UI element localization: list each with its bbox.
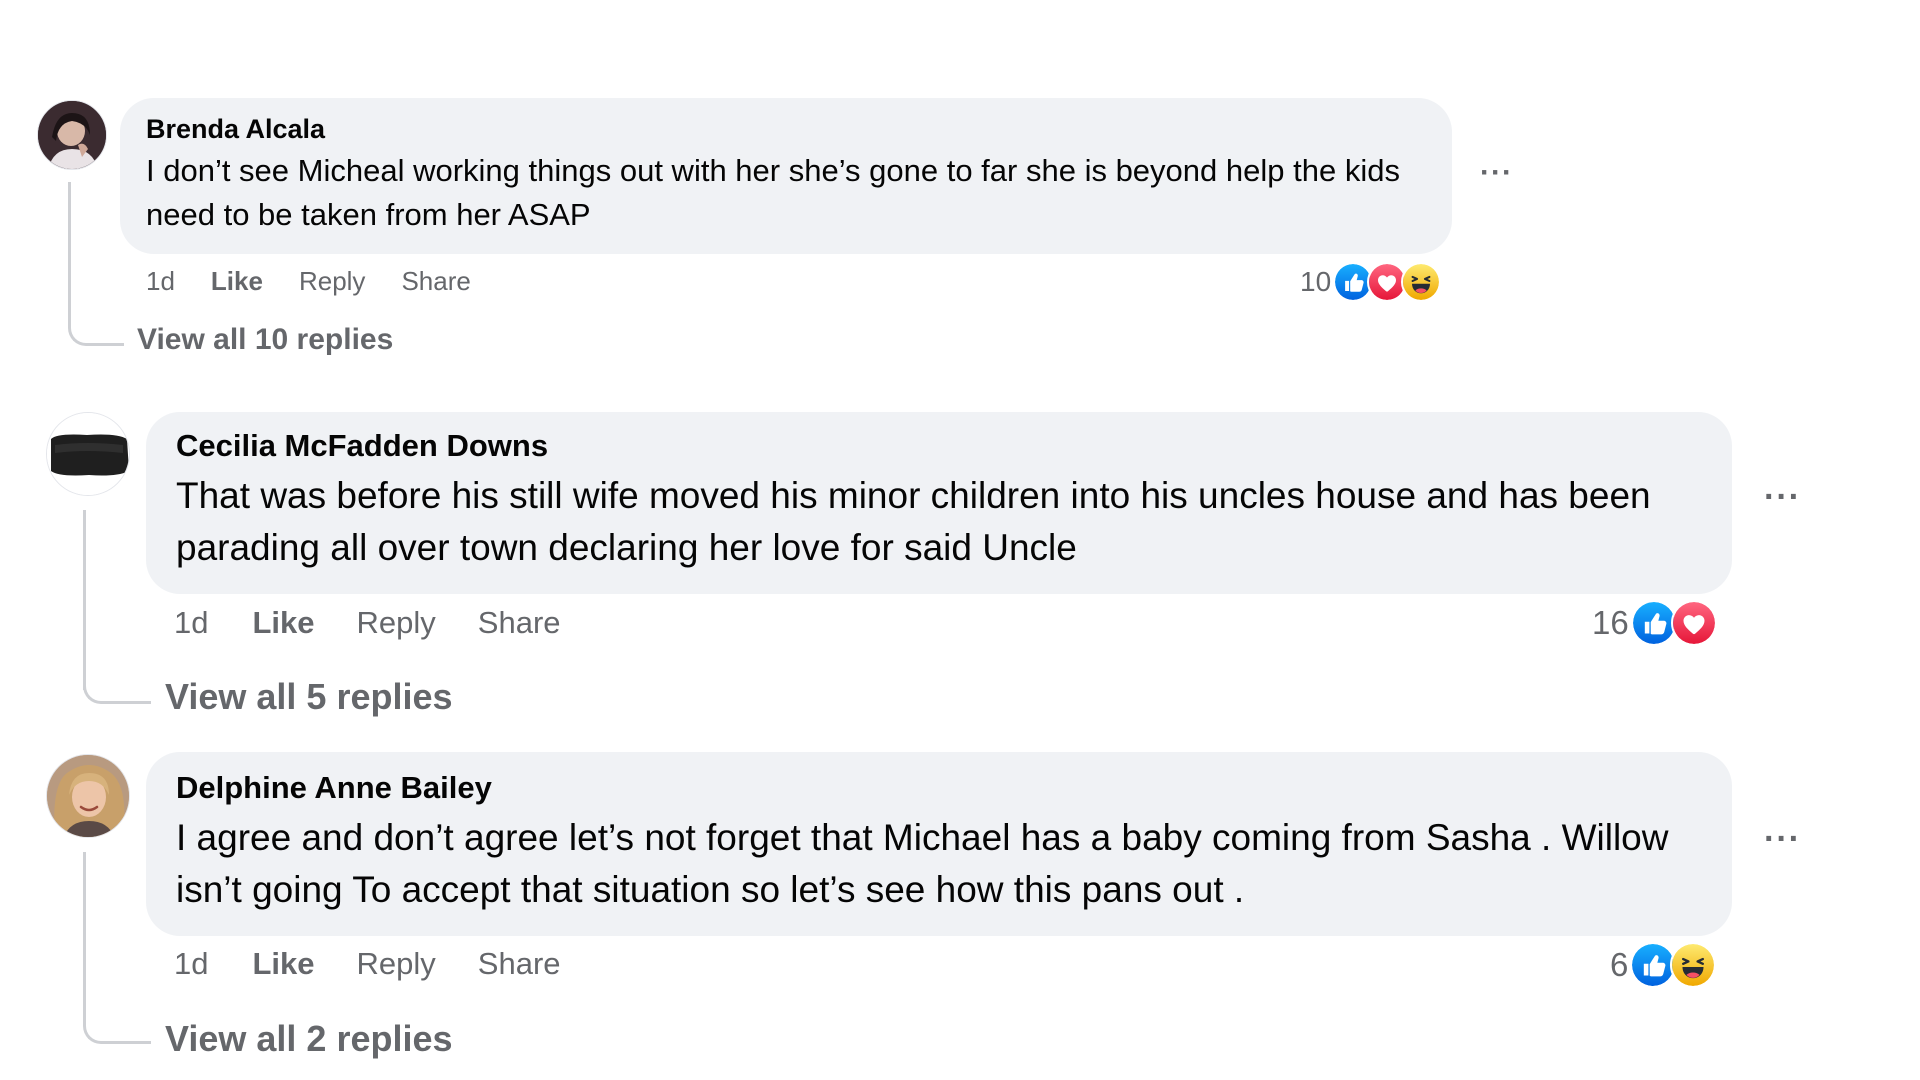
comment-actions: 1d Like Reply Share — [174, 946, 561, 982]
love-icon — [1670, 600, 1717, 646]
reaction-count: 6 — [1610, 946, 1629, 983]
share-button[interactable]: Share — [478, 605, 561, 641]
thread-line — [83, 510, 86, 690]
reply-button[interactable]: Reply — [357, 605, 436, 641]
like-button[interactable]: Like — [211, 266, 263, 297]
comment-actions: 1d Like Reply Share — [174, 605, 561, 641]
avatar[interactable] — [46, 754, 130, 838]
comment-timestamp[interactable]: 1d — [174, 605, 208, 641]
thread-line — [83, 852, 86, 1022]
comment-author[interactable]: Delphine Anne Bailey — [176, 770, 1702, 806]
more-options-button[interactable]: ··· — [1764, 822, 1801, 856]
comment-author[interactable]: Brenda Alcala — [146, 114, 1426, 145]
view-replies-link[interactable]: View all 2 replies — [165, 1018, 453, 1060]
comment-text: I don’t see Micheal working things out w… — [146, 153, 1400, 232]
thread-connector — [68, 320, 124, 346]
like-button[interactable]: Like — [252, 946, 314, 982]
view-replies-link[interactable]: View all 5 replies — [165, 676, 453, 718]
comment-text: I agree and don’t agree let’s not forget… — [176, 817, 1669, 910]
thread-line — [68, 182, 71, 322]
reply-button[interactable]: Reply — [299, 266, 365, 297]
thread-connector — [83, 1012, 151, 1044]
like-icon — [1630, 600, 1677, 646]
share-button[interactable]: Share — [401, 266, 470, 297]
reaction-summary[interactable]: 6 — [1610, 942, 1717, 988]
comment-timestamp[interactable]: 1d — [146, 266, 175, 297]
haha-icon — [1401, 262, 1442, 302]
share-button[interactable]: Share — [478, 946, 561, 982]
comment-actions: 1d Like Reply Share — [146, 266, 471, 297]
reaction-count: 16 — [1592, 604, 1629, 641]
comment-text: That was before his still wife moved his… — [176, 475, 1651, 568]
comment-bubble: Cecilia McFadden Downs That was before h… — [146, 412, 1732, 594]
more-options-button[interactable]: ··· — [1764, 480, 1801, 514]
reaction-summary[interactable]: 16 — [1592, 600, 1717, 646]
thread-connector — [83, 680, 151, 704]
avatar-photo-icon — [47, 413, 129, 495]
like-button[interactable]: Like — [252, 605, 314, 641]
avatar[interactable] — [46, 412, 130, 496]
reaction-summary[interactable]: 10 — [1300, 262, 1442, 302]
reaction-count: 10 — [1300, 266, 1332, 297]
comment-author[interactable]: Cecilia McFadden Downs — [176, 428, 1702, 464]
reply-button[interactable]: Reply — [357, 946, 436, 982]
comment-bubble: Delphine Anne Bailey I agree and don’t a… — [146, 752, 1732, 936]
comment-timestamp[interactable]: 1d — [174, 946, 208, 982]
haha-icon — [1670, 942, 1717, 988]
avatar-photo-icon — [38, 101, 106, 169]
view-replies-link[interactable]: View all 10 replies — [137, 323, 393, 357]
avatar[interactable] — [37, 100, 107, 170]
comment-bubble: Brenda Alcala I don’t see Micheal workin… — [120, 98, 1452, 254]
avatar-photo-icon — [47, 755, 129, 837]
more-options-button[interactable]: ··· — [1480, 158, 1513, 188]
